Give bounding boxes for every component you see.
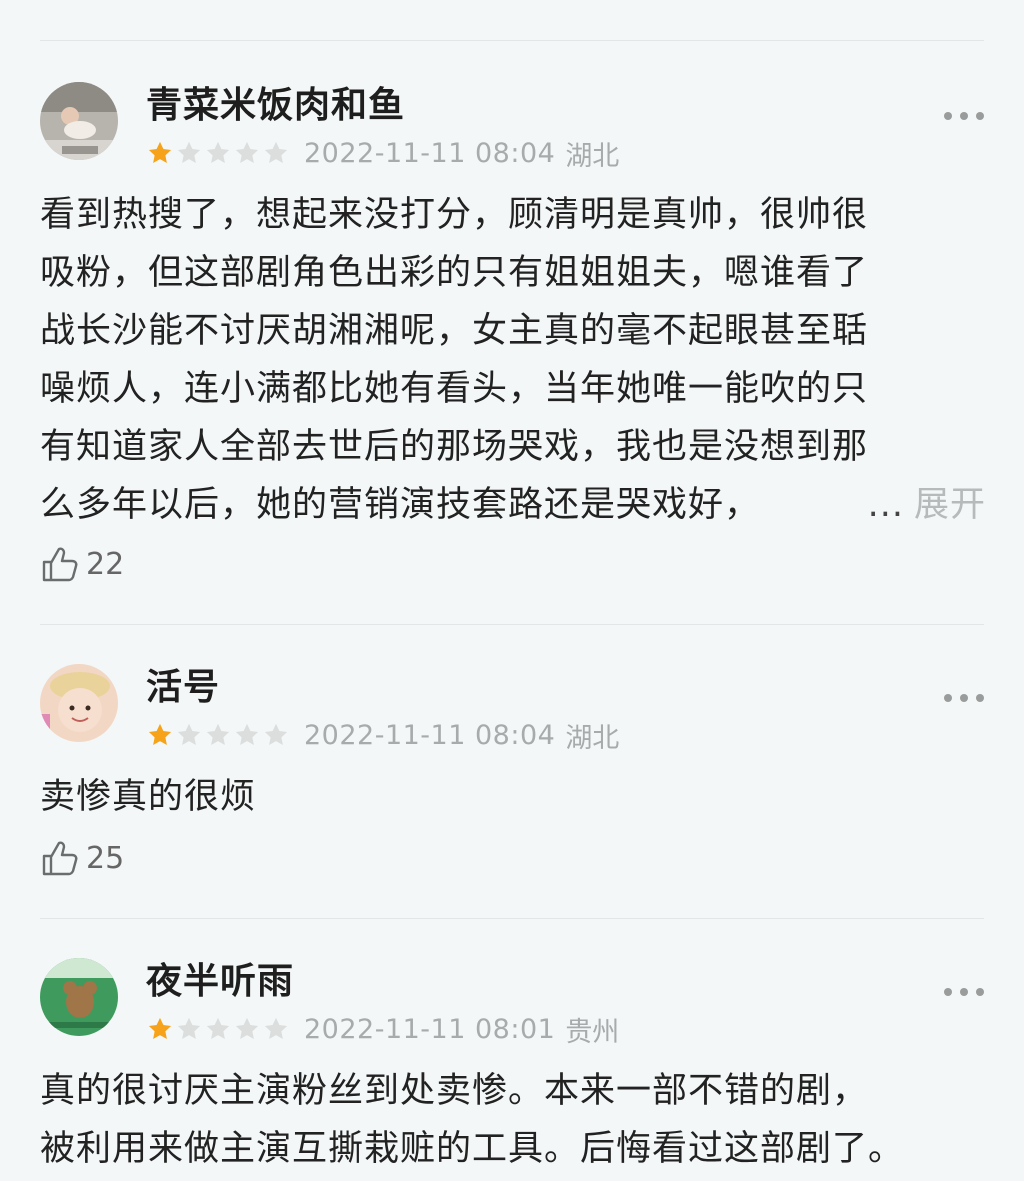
avatar[interactable] bbox=[40, 82, 118, 160]
star-icon bbox=[148, 723, 172, 746]
review-text: 卖惨真的很烦 bbox=[40, 768, 986, 826]
review-date: 2022-11-11 08:01 bbox=[304, 1013, 556, 1045]
star-rating bbox=[146, 721, 290, 749]
star-icon bbox=[177, 723, 201, 746]
more-icon[interactable] bbox=[944, 692, 984, 704]
star-icon bbox=[235, 1017, 259, 1040]
text-line: 么多年以后，她的营销演技套路还是哭戏好， bbox=[40, 485, 761, 525]
text-line: 噪烦人，连小满都比她有看头，当年她唯一能吹的只 bbox=[40, 369, 869, 409]
divider bbox=[40, 624, 984, 625]
review-text: 真的很讨厌主演粉丝到处卖惨。本来一部不错的剧， 被利用来做主演互撕栽赃的工具。后… bbox=[40, 1062, 986, 1178]
star-icon bbox=[206, 1017, 230, 1040]
review-location: 贵州 bbox=[565, 1016, 620, 1048]
star-icon bbox=[264, 723, 288, 746]
like-count: 22 bbox=[86, 546, 125, 582]
text-line: 真的很讨厌主演粉丝到处卖惨。本来一部不错的剧， bbox=[40, 1071, 869, 1111]
star-icon bbox=[264, 1017, 288, 1040]
text-line: 吸粉，但这部剧角色出彩的只有姐姐姐夫，嗯谁看了 bbox=[40, 253, 869, 293]
username[interactable]: 青菜米饭肉和鱼 bbox=[146, 82, 405, 130]
text-line: 有知道家人全部去世后的那场哭戏，我也是没想到那 bbox=[40, 427, 869, 467]
divider bbox=[40, 40, 984, 41]
star-icon bbox=[206, 723, 230, 746]
divider bbox=[40, 918, 984, 919]
like-button[interactable]: 22 bbox=[40, 544, 124, 584]
review-feed: 青菜米饭肉和鱼 2022-11-11 08:04 湖北 看到热搜了，想起来没打分… bbox=[0, 0, 1024, 1181]
ellipsis: ... bbox=[867, 485, 904, 525]
expand-link[interactable]: 展开 bbox=[914, 485, 986, 525]
star-icon bbox=[148, 1017, 172, 1040]
review-date: 2022-11-11 08:04 bbox=[304, 719, 556, 751]
avatar[interactable] bbox=[40, 664, 118, 742]
text-line: 卖惨真的很烦 bbox=[40, 777, 257, 817]
star-icon bbox=[235, 723, 259, 746]
star-rating bbox=[146, 1015, 290, 1043]
avatar[interactable] bbox=[40, 958, 118, 1036]
review-meta: 2022-11-11 08:04 湖北 bbox=[146, 719, 619, 754]
star-icon bbox=[148, 141, 172, 164]
thumbs-up-icon bbox=[40, 544, 80, 584]
text-line: 看到热搜了，想起来没打分，顾清明是真帅，很帅很 bbox=[40, 195, 869, 235]
review-text: 看到热搜了，想起来没打分，顾清明是真帅，很帅很 吸粉，但这部剧角色出彩的只有姐姐… bbox=[40, 186, 986, 534]
review-location: 湖北 bbox=[565, 140, 620, 172]
more-icon[interactable] bbox=[944, 110, 984, 122]
username[interactable]: 夜半听雨 bbox=[146, 958, 294, 1006]
text-line: 战长沙能不讨厌胡湘湘呢，女主真的毫不起眼甚至聒 bbox=[40, 311, 869, 351]
review-meta: 2022-11-11 08:01 贵州 bbox=[146, 1013, 619, 1048]
like-count: 25 bbox=[86, 840, 125, 876]
thumbs-up-icon bbox=[40, 838, 80, 878]
star-icon bbox=[177, 1017, 201, 1040]
star-icon bbox=[206, 141, 230, 164]
star-icon bbox=[177, 141, 201, 164]
review-location: 湖北 bbox=[565, 722, 620, 754]
review-date: 2022-11-11 08:04 bbox=[304, 137, 556, 169]
text-line-last: 么多年以后，她的营销演技套路还是哭戏好， ... 展开 bbox=[40, 476, 986, 534]
more-icon[interactable] bbox=[944, 986, 984, 998]
star-icon bbox=[235, 141, 259, 164]
username[interactable]: 活号 bbox=[146, 664, 220, 712]
star-rating bbox=[146, 139, 290, 167]
review-meta: 2022-11-11 08:04 湖北 bbox=[146, 137, 619, 172]
like-button[interactable]: 25 bbox=[40, 838, 124, 878]
text-line: 被利用来做主演互撕栽赃的工具。后悔看过这部剧了。 bbox=[40, 1129, 905, 1169]
star-icon bbox=[264, 141, 288, 164]
